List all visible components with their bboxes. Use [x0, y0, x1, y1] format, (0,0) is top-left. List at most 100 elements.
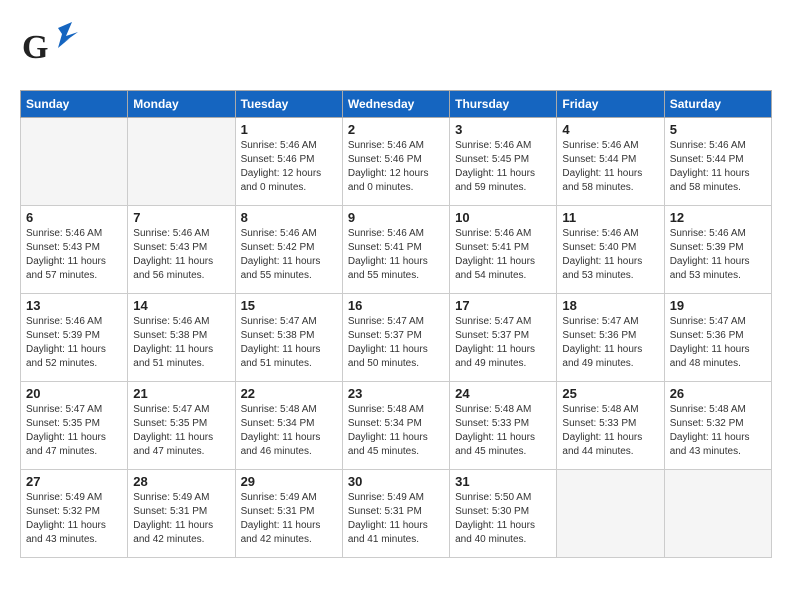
calendar-cell: 6 Sunrise: 5:46 AMSunset: 5:43 PMDaylight…	[21, 206, 128, 294]
calendar-cell: 15 Sunrise: 5:47 AMSunset: 5:38 PMDayligh…	[235, 294, 342, 382]
weekday-header-wednesday: Wednesday	[342, 91, 449, 118]
day-info: Sunrise: 5:48 AMSunset: 5:33 PMDaylight:…	[455, 403, 551, 459]
day-info: Sunrise: 5:49 AMSunset: 5:31 PMDaylight:…	[348, 491, 444, 547]
day-info: Sunrise: 5:48 AMSunset: 5:32 PMDaylight:…	[670, 403, 766, 459]
day-number: 11	[562, 210, 658, 225]
calendar-cell: 16 Sunrise: 5:47 AMSunset: 5:37 PMDayligh…	[342, 294, 449, 382]
day-number: 30	[348, 474, 444, 489]
day-info: Sunrise: 5:49 AMSunset: 5:32 PMDaylight:…	[26, 491, 122, 547]
week-row-0: 1 Sunrise: 5:46 AMSunset: 5:46 PMDaylight…	[21, 118, 772, 206]
calendar-cell	[21, 118, 128, 206]
calendar-cell: 28 Sunrise: 5:49 AMSunset: 5:31 PMDayligh…	[128, 470, 235, 558]
day-number: 12	[670, 210, 766, 225]
calendar-cell: 22 Sunrise: 5:48 AMSunset: 5:34 PMDayligh…	[235, 382, 342, 470]
day-number: 7	[133, 210, 229, 225]
calendar-cell: 30 Sunrise: 5:49 AMSunset: 5:31 PMDayligh…	[342, 470, 449, 558]
day-info: Sunrise: 5:47 AMSunset: 5:38 PMDaylight:…	[241, 315, 337, 371]
day-info: Sunrise: 5:46 AMSunset: 5:45 PMDaylight:…	[455, 139, 551, 195]
day-number: 17	[455, 298, 551, 313]
page-header: G	[20, 20, 772, 80]
day-number: 2	[348, 122, 444, 137]
calendar-cell: 1Sunrise: 5:46 AMSunset: 5:46 PMDaylight…	[235, 118, 342, 206]
weekday-header-thursday: Thursday	[450, 91, 557, 118]
day-number: 31	[455, 474, 551, 489]
calendar-cell: 19 Sunrise: 5:47 AMSunset: 5:36 PMDayligh…	[664, 294, 771, 382]
day-info: Sunrise: 5:46 AMSunset: 5:44 PMDaylight:…	[562, 139, 658, 195]
day-number: 8	[241, 210, 337, 225]
weekday-header-sunday: Sunday	[21, 91, 128, 118]
day-info: Sunrise: 5:46 AMSunset: 5:42 PMDaylight:…	[241, 227, 337, 283]
calendar-cell: 12 Sunrise: 5:46 AMSunset: 5:39 PMDayligh…	[664, 206, 771, 294]
day-number: 13	[26, 298, 122, 313]
day-number: 15	[241, 298, 337, 313]
calendar-cell	[664, 470, 771, 558]
logo-icon: G	[20, 20, 80, 75]
day-number: 28	[133, 474, 229, 489]
day-info: Sunrise: 5:46 AMSunset: 5:39 PMDaylight:…	[26, 315, 122, 371]
day-number: 26	[670, 386, 766, 401]
day-info: Sunrise: 5:48 AMSunset: 5:34 PMDaylight:…	[348, 403, 444, 459]
week-row-4: 27 Sunrise: 5:49 AMSunset: 5:32 PMDayligh…	[21, 470, 772, 558]
day-number: 25	[562, 386, 658, 401]
calendar-cell: 17 Sunrise: 5:47 AMSunset: 5:37 PMDayligh…	[450, 294, 557, 382]
day-info: Sunrise: 5:46 AMSunset: 5:44 PMDaylight:…	[670, 139, 766, 195]
svg-text:G: G	[22, 29, 48, 66]
day-info: Sunrise: 5:46 AMSunset: 5:41 PMDaylight:…	[348, 227, 444, 283]
day-number: 6	[26, 210, 122, 225]
day-number: 1	[241, 122, 337, 137]
calendar-cell: 29Sunrise: 5:49 AMSunset: 5:31 PMDayligh…	[235, 470, 342, 558]
day-info: Sunrise: 5:48 AMSunset: 5:33 PMDaylight:…	[562, 403, 658, 459]
calendar-cell: 7 Sunrise: 5:46 AMSunset: 5:43 PMDaylight…	[128, 206, 235, 294]
week-row-3: 20 Sunrise: 5:47 AMSunset: 5:35 PMDayligh…	[21, 382, 772, 470]
day-info: Sunrise: 5:46 AMSunset: 5:43 PMDaylight:…	[133, 227, 229, 283]
day-info: Sunrise: 5:47 AMSunset: 5:36 PMDaylight:…	[562, 315, 658, 371]
day-number: 18	[562, 298, 658, 313]
day-info: Sunrise: 5:47 AMSunset: 5:37 PMDaylight:…	[348, 315, 444, 371]
calendar-cell: 18 Sunrise: 5:47 AMSunset: 5:36 PMDayligh…	[557, 294, 664, 382]
weekday-header-friday: Friday	[557, 91, 664, 118]
day-number: 14	[133, 298, 229, 313]
day-info: Sunrise: 5:46 AMSunset: 5:41 PMDaylight:…	[455, 227, 551, 283]
day-number: 3	[455, 122, 551, 137]
day-info: Sunrise: 5:46 AMSunset: 5:46 PMDaylight:…	[348, 139, 444, 195]
calendar-cell: 11Sunrise: 5:46 AMSunset: 5:40 PMDayligh…	[557, 206, 664, 294]
day-info: Sunrise: 5:47 AMSunset: 5:36 PMDaylight:…	[670, 315, 766, 371]
day-info: Sunrise: 5:48 AMSunset: 5:34 PMDaylight:…	[241, 403, 337, 459]
weekday-header-monday: Monday	[128, 91, 235, 118]
day-info: Sunrise: 5:47 AMSunset: 5:35 PMDaylight:…	[26, 403, 122, 459]
calendar-cell: 24 Sunrise: 5:48 AMSunset: 5:33 PMDayligh…	[450, 382, 557, 470]
day-number: 16	[348, 298, 444, 313]
day-info: Sunrise: 5:46 AMSunset: 5:43 PMDaylight:…	[26, 227, 122, 283]
logo: G	[20, 20, 84, 80]
calendar-cell: 5 Sunrise: 5:46 AMSunset: 5:44 PMDaylight…	[664, 118, 771, 206]
day-number: 5	[670, 122, 766, 137]
weekday-header-row: SundayMondayTuesdayWednesdayThursdayFrid…	[21, 91, 772, 118]
day-info: Sunrise: 5:49 AMSunset: 5:31 PMDaylight:…	[241, 491, 337, 547]
weekday-header-saturday: Saturday	[664, 91, 771, 118]
calendar-cell: 4 Sunrise: 5:46 AMSunset: 5:44 PMDaylight…	[557, 118, 664, 206]
day-info: Sunrise: 5:49 AMSunset: 5:31 PMDaylight:…	[133, 491, 229, 547]
day-number: 21	[133, 386, 229, 401]
day-number: 19	[670, 298, 766, 313]
day-number: 23	[348, 386, 444, 401]
day-number: 27	[26, 474, 122, 489]
day-number: 22	[241, 386, 337, 401]
calendar-cell: 14 Sunrise: 5:46 AMSunset: 5:38 PMDayligh…	[128, 294, 235, 382]
calendar-table: SundayMondayTuesdayWednesdayThursdayFrid…	[20, 90, 772, 558]
calendar-cell: 8 Sunrise: 5:46 AMSunset: 5:42 PMDaylight…	[235, 206, 342, 294]
day-number: 24	[455, 386, 551, 401]
calendar-cell: 27 Sunrise: 5:49 AMSunset: 5:32 PMDayligh…	[21, 470, 128, 558]
calendar-cell: 2 Sunrise: 5:46 AMSunset: 5:46 PMDaylight…	[342, 118, 449, 206]
day-info: Sunrise: 5:47 AMSunset: 5:37 PMDaylight:…	[455, 315, 551, 371]
calendar-cell: 25 Sunrise: 5:48 AMSunset: 5:33 PMDayligh…	[557, 382, 664, 470]
day-info: Sunrise: 5:47 AMSunset: 5:35 PMDaylight:…	[133, 403, 229, 459]
calendar-cell: 26 Sunrise: 5:48 AMSunset: 5:32 PMDayligh…	[664, 382, 771, 470]
week-row-1: 6 Sunrise: 5:46 AMSunset: 5:43 PMDaylight…	[21, 206, 772, 294]
calendar-cell: 9Sunrise: 5:46 AMSunset: 5:41 PMDaylight…	[342, 206, 449, 294]
day-number: 20	[26, 386, 122, 401]
day-info: Sunrise: 5:50 AMSunset: 5:30 PMDaylight:…	[455, 491, 551, 547]
calendar-cell: 10Sunrise: 5:46 AMSunset: 5:41 PMDayligh…	[450, 206, 557, 294]
day-info: Sunrise: 5:46 AMSunset: 5:39 PMDaylight:…	[670, 227, 766, 283]
day-info: Sunrise: 5:46 AMSunset: 5:38 PMDaylight:…	[133, 315, 229, 371]
day-number: 4	[562, 122, 658, 137]
